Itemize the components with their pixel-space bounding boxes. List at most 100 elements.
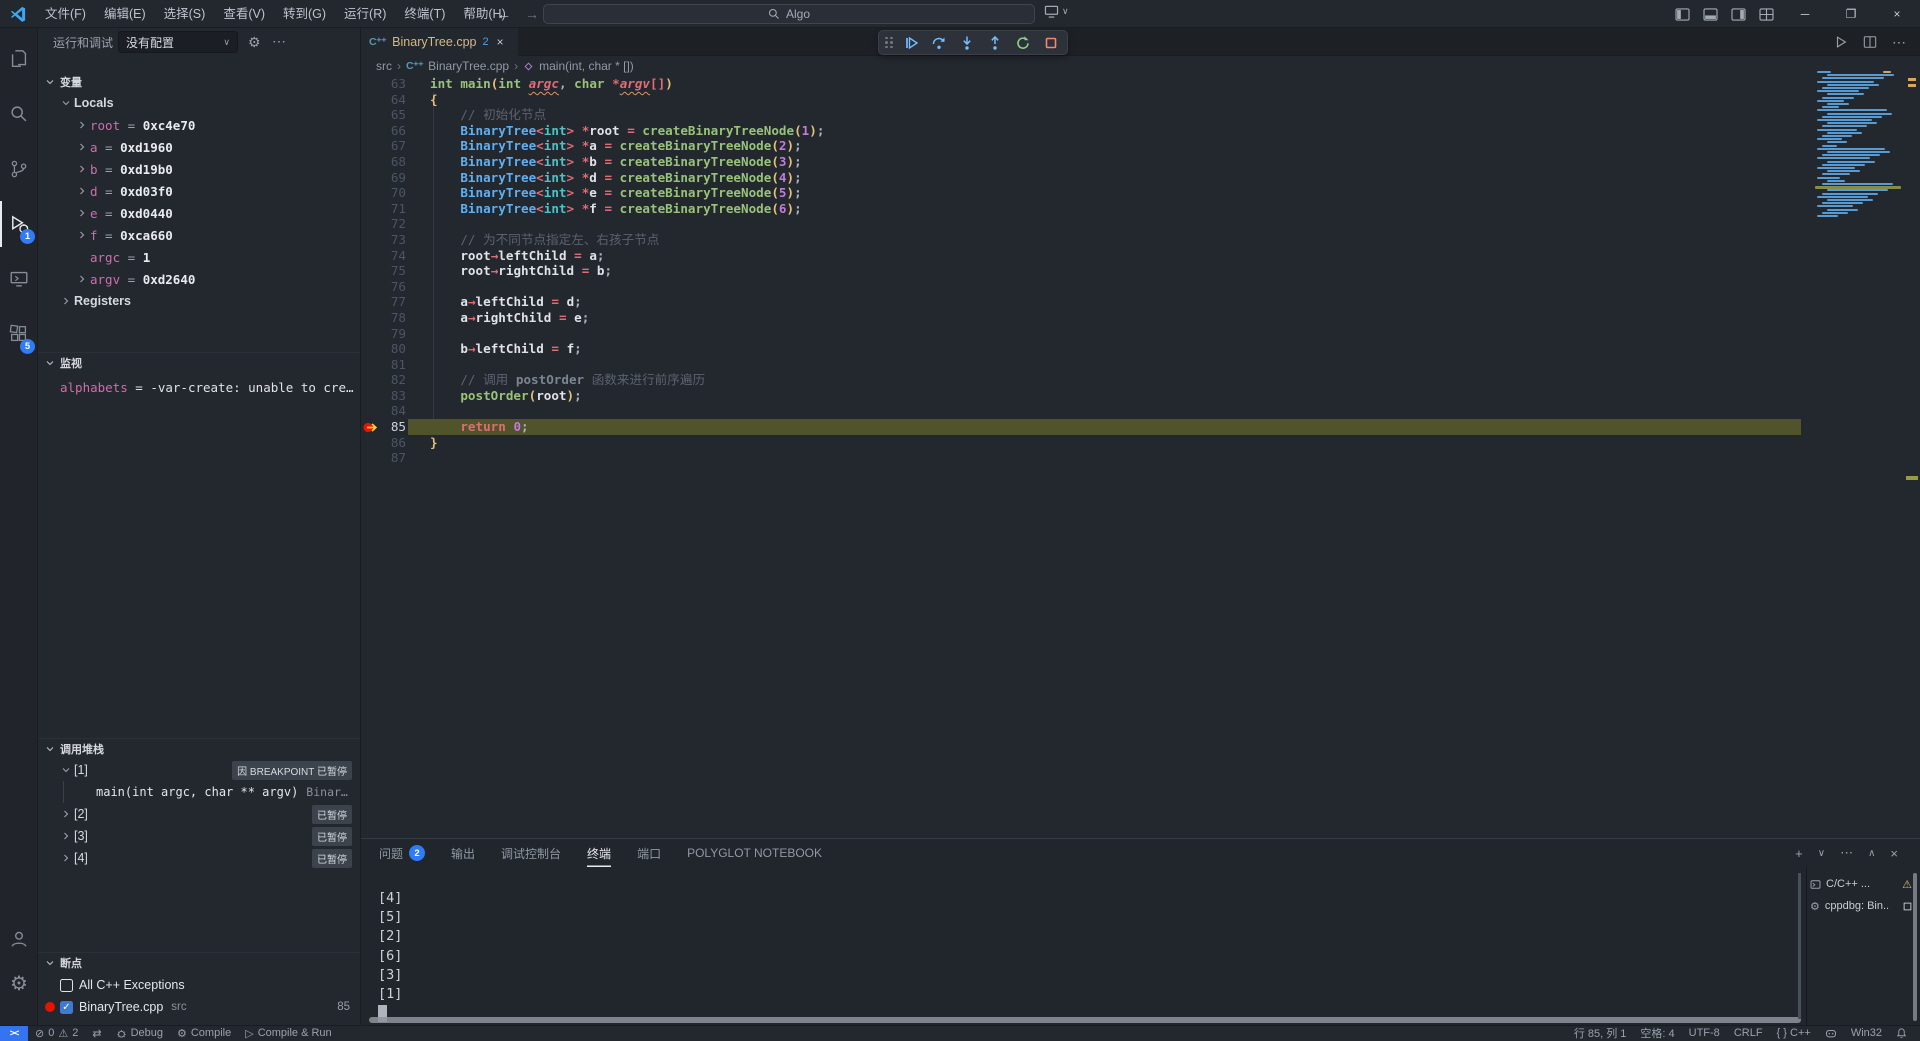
minimize-button[interactable]: ─ xyxy=(1782,0,1828,28)
code-line-68[interactable]: 68 BinaryTree<int> *b = createBinaryTree… xyxy=(361,154,1861,170)
compile-button[interactable]: ⚙ Compile xyxy=(170,1026,238,1041)
restart-button[interactable] xyxy=(1012,33,1033,53)
toggle-sidebar-icon[interactable] xyxy=(1675,8,1690,21)
debug-more-actions-icon[interactable]: ⋯ xyxy=(272,33,286,50)
code-line-75[interactable]: 75 root→rightChild = b; xyxy=(361,263,1861,279)
kill-terminal-icon[interactable] xyxy=(1903,902,1912,911)
code-line-80[interactable]: 80 b→leftChild = f; xyxy=(361,341,1861,357)
breadcrumb[interactable]: src › C⁺⁺ BinaryTree.cpp › main(int, cha… xyxy=(361,56,1920,76)
indentation-status[interactable]: 空格: 4 xyxy=(1633,1026,1681,1041)
registers-row[interactable]: Registers xyxy=(38,290,360,312)
breadcrumb-file[interactable]: BinaryTree.cpp xyxy=(428,59,509,73)
minimap[interactable] xyxy=(1813,68,1906,220)
language-mode[interactable]: { } C++ xyxy=(1770,1026,1818,1041)
nav-back-button[interactable]: ← xyxy=(497,6,511,22)
sidebar-item-search[interactable] xyxy=(0,91,38,137)
breadcrumb-symbol[interactable]: main(int, char * []) xyxy=(539,59,634,73)
variable-row[interactable]: f = 0xca660 xyxy=(38,224,360,246)
code-line-83[interactable]: 83 postOrder(root); xyxy=(361,388,1861,404)
code-line-79[interactable]: 79 xyxy=(361,326,1861,342)
close-panel-icon[interactable]: × xyxy=(1890,846,1898,861)
tab-binarytree-cpp[interactable]: C⁺⁺ BinaryTree.cpp 2 × xyxy=(361,28,518,56)
platform-config[interactable]: Win32 xyxy=(1844,1026,1889,1041)
callstack-row[interactable]: [4]已暂停 xyxy=(38,847,360,869)
variable-row[interactable]: root = 0xc4e70 xyxy=(38,114,360,136)
code-line-78[interactable]: 78 a→rightChild = e; xyxy=(361,310,1861,326)
sidebar-item-source-control[interactable] xyxy=(0,146,38,192)
menu-4[interactable]: 转到(G) xyxy=(274,3,335,25)
panel-tab-4[interactable]: 端口 xyxy=(637,839,661,867)
sidebar-item-extensions[interactable]: 5 xyxy=(0,311,38,357)
code-line-65[interactable]: 65 // 初始化节点 xyxy=(361,107,1861,123)
section-variables[interactable]: 变量 xyxy=(38,72,360,92)
terminal-dropdown-icon[interactable]: ∨ xyxy=(1818,848,1825,859)
sidebar-item-explorer[interactable] xyxy=(0,36,38,82)
accounts-button[interactable] xyxy=(0,916,38,962)
stop-button[interactable] xyxy=(1040,33,1061,53)
panel-scrollbar[interactable] xyxy=(1913,873,1917,1021)
command-center-search[interactable]: Algo xyxy=(543,4,1035,24)
panel-tab-3[interactable]: 终端 xyxy=(587,839,611,867)
code-line-87[interactable]: 87 xyxy=(361,450,1861,466)
code-line-85[interactable]: 85 return 0; xyxy=(361,419,1861,435)
close-button[interactable]: × xyxy=(1874,0,1920,28)
panel-tab-2[interactable]: 调试控制台 xyxy=(501,839,561,867)
code-line-64[interactable]: 64{ xyxy=(361,92,1861,108)
section-watch[interactable]: 监视 xyxy=(38,352,360,372)
breadcrumb-src[interactable]: src xyxy=(376,59,392,73)
variable-row[interactable]: e = 0xd0440 xyxy=(38,202,360,224)
toggle-panel-icon[interactable] xyxy=(1703,8,1718,21)
maximize-button[interactable]: ❐ xyxy=(1828,0,1874,28)
cursor-position[interactable]: 行 85, 列 1 xyxy=(1567,1026,1634,1041)
code-line-66[interactable]: 66 BinaryTree<int> *root = createBinaryT… xyxy=(361,123,1861,139)
code-line-84[interactable]: 84 xyxy=(361,403,1861,419)
menu-1[interactable]: 编辑(E) xyxy=(95,3,155,25)
callstack-row[interactable]: [3]已暂停 xyxy=(38,825,360,847)
run-file-icon[interactable] xyxy=(1834,35,1848,49)
menu-6[interactable]: 终端(T) xyxy=(395,3,454,25)
drag-handle[interactable] xyxy=(885,37,893,49)
code-editor[interactable]: 63int main(int argc, char *argv[])64{65 … xyxy=(361,76,1861,466)
toggle-secondary-sidebar-icon[interactable] xyxy=(1731,8,1746,21)
code-line-67[interactable]: 67 BinaryTree<int> *a = createBinaryTree… xyxy=(361,138,1861,154)
sidebar-item-remote-explorer[interactable] xyxy=(0,256,38,302)
remote-indicator[interactable]: >< xyxy=(0,1026,28,1041)
terminal-instance-1[interactable]: ⚙cppdbg: Bin.. xyxy=(1810,895,1912,917)
debug-status-button[interactable]: Debug xyxy=(109,1026,170,1041)
step-out-button[interactable] xyxy=(984,33,1005,53)
menu-0[interactable]: 文件(F) xyxy=(36,3,95,25)
panel-tab-1[interactable]: 输出 xyxy=(451,839,475,867)
code-line-71[interactable]: 71 BinaryTree<int> *f = createBinaryTree… xyxy=(361,201,1861,217)
split-editor-icon[interactable] xyxy=(1863,35,1877,49)
panel-tab-0[interactable]: 问题2 xyxy=(379,839,425,867)
step-into-button[interactable] xyxy=(957,33,978,53)
new-terminal-icon[interactable]: + xyxy=(1795,846,1803,861)
variable-row[interactable]: a = 0xd1960 xyxy=(38,136,360,158)
eol-status[interactable]: CRLF xyxy=(1727,1026,1770,1041)
profile-device-button[interactable]: ∨ xyxy=(1044,5,1069,18)
terminal-scrollbar-vertical[interactable] xyxy=(1798,873,1801,1019)
nav-forward-button[interactable]: → xyxy=(525,6,539,22)
problems-status[interactable]: ⊘ 0 ⚠ 2 xyxy=(28,1026,85,1041)
more-actions-icon[interactable]: ⋯ xyxy=(1892,34,1906,51)
menu-2[interactable]: 选择(S) xyxy=(155,3,215,25)
code-line-73[interactable]: 73 // 为不同节点指定左、右孩子节点 xyxy=(361,232,1861,248)
step-over-button[interactable] xyxy=(929,33,950,53)
variable-row[interactable]: argv = 0xd2640 xyxy=(38,268,360,290)
code-line-74[interactable]: 74 root→leftChild = a; xyxy=(361,248,1861,264)
code-line-86[interactable]: 86} xyxy=(361,435,1861,451)
variable-row[interactable]: b = 0xd19b0 xyxy=(38,158,360,180)
menu-5[interactable]: 运行(R) xyxy=(335,3,395,25)
continue-button[interactable] xyxy=(901,33,922,53)
manage-button[interactable]: ⚙ xyxy=(0,961,38,1007)
section-call-stack[interactable]: 调用堆栈 xyxy=(38,738,360,758)
code-line-77[interactable]: 77 a→leftChild = d; xyxy=(361,294,1861,310)
code-line-82[interactable]: 82 // 调用 postOrder 函数来进行前序遍历 xyxy=(361,372,1861,388)
code-line-81[interactable]: 81 xyxy=(361,357,1861,373)
code-line-72[interactable]: 72 xyxy=(361,216,1861,232)
variable-row[interactable]: d = 0xd03f0 xyxy=(38,180,360,202)
compile-run-button[interactable]: ▷ Compile & Run xyxy=(238,1026,338,1041)
variable-row[interactable]: argc = 1 xyxy=(38,246,360,268)
code-line-70[interactable]: 70 BinaryTree<int> *e = createBinaryTree… xyxy=(361,185,1861,201)
code-line-76[interactable]: 76 xyxy=(361,279,1861,295)
